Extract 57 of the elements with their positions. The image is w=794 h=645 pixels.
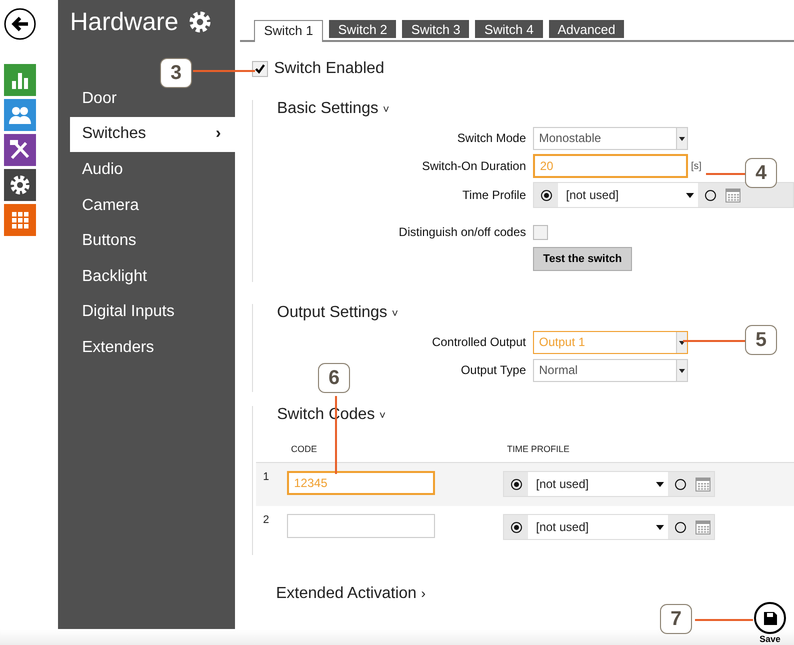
time-profile-select[interactable]: [not used] (558, 183, 698, 207)
field-label: Controlled Output (432, 335, 526, 349)
calendar-icon[interactable] (695, 519, 711, 535)
tab[interactable]: Switch 3 (402, 20, 470, 38)
unit-label: [s] (691, 160, 702, 172)
callout-number: 3 (160, 58, 192, 88)
sidebar-item[interactable]: Audio (58, 152, 235, 188)
test-button[interactable]: Test the switch (533, 247, 632, 271)
time-profile-select[interactable]: [not used] (528, 472, 668, 496)
leader-line (706, 173, 745, 175)
leader-line (683, 340, 745, 342)
column-header: TIME PROFILE (507, 444, 570, 454)
field-label: Output Type (460, 363, 526, 377)
field-label: Switch Mode (457, 131, 526, 145)
field-label: Switch-On Duration (422, 159, 526, 173)
leader-line (695, 619, 753, 621)
bar-chart-icon[interactable] (4, 64, 36, 96)
column-header: CODE (291, 444, 318, 454)
field-label: Distinguish on/off codes (398, 225, 526, 239)
checkbox[interactable] (252, 61, 268, 77)
callout-number: 5 (745, 325, 777, 355)
tab[interactable]: Advanced (548, 20, 624, 38)
time-profile-select[interactable]: [not used] (528, 515, 668, 539)
dropdown[interactable]: Monostable (533, 126, 688, 150)
row-number: 1 (263, 471, 270, 483)
section-heading[interactable]: Basic Settings ˅ (277, 100, 390, 118)
sidebar-item[interactable]: Backlight (58, 258, 235, 295)
users-icon[interactable] (4, 99, 36, 131)
settings-icon (188, 10, 212, 34)
row-number: 2 (263, 514, 270, 526)
callout-number: 4 (745, 158, 777, 188)
dropdown[interactable]: Normal (533, 358, 688, 382)
tab[interactable]: Switch 2 (329, 20, 396, 38)
checkbox[interactable] (533, 224, 548, 240)
callout-number: 7 (660, 604, 692, 634)
sidebar-item[interactable]: Digital Inputs (58, 294, 235, 330)
sidebar-item[interactable]: Buttons (58, 223, 235, 259)
code-field[interactable] (287, 514, 435, 538)
time-profile-control[interactable]: [not used] (503, 471, 715, 497)
field-label: Time Profile (462, 188, 526, 202)
section-title: Hardware (70, 8, 178, 36)
tab[interactable]: Switch 4 (475, 20, 543, 38)
time-profile-control[interactable]: [not used] (533, 182, 794, 208)
callout-number: 6 (318, 363, 350, 393)
calendar-icon[interactable] (725, 187, 741, 203)
tools-icon[interactable] (4, 134, 36, 166)
time-profile-control[interactable]: [not used] (503, 514, 715, 540)
sidebar-item[interactable]: Camera (58, 188, 235, 224)
section-heading[interactable]: Output Settings ˅ (277, 304, 398, 322)
sidebar-item[interactable]: Extenders (58, 330, 235, 366)
sidebar-item[interactable]: Switches › (70, 116, 235, 152)
tab[interactable]: Switch 1 (254, 20, 324, 42)
calendar-icon[interactable] (695, 476, 711, 492)
section-heading[interactable]: Extended Activation › (276, 585, 426, 603)
leader-line (193, 70, 255, 72)
checkbox-label: Switch Enabled (274, 60, 384, 78)
settings-icon[interactable] (4, 169, 36, 201)
